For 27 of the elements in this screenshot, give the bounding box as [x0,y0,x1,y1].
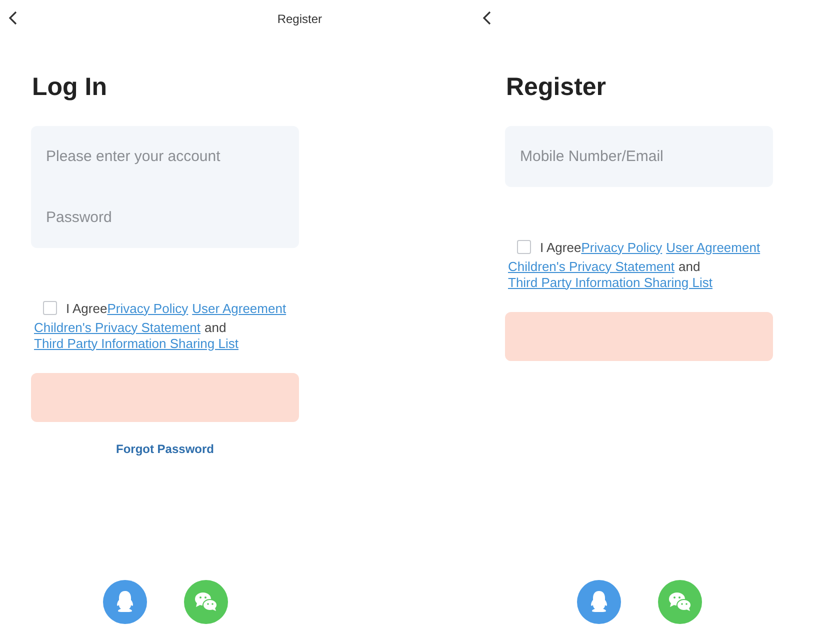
page-title: Register [506,72,608,102]
back-icon[interactable] [8,11,18,25]
chat-bubbles-icon[interactable] [658,580,702,624]
forgot-password-link[interactable]: Forgot Password [116,441,214,457]
checkbox[interactable] [43,301,57,315]
agreement-link[interactable]: Privacy Policy [107,300,188,316]
input-field[interactable]: Password [31,187,299,248]
agreement-text: I Agree [540,240,582,254]
agreement-text: and [678,258,700,274]
page-title: Log In [32,72,108,102]
agreement-link[interactable]: Third Party Information Sharing List [34,336,238,350]
checkbox[interactable] [517,240,531,254]
input-field[interactable]: Please enter your account [31,126,299,187]
agreement-link[interactable]: Third Party Information Sharing List [508,274,712,290]
penguin-icon[interactable] [576,580,620,624]
register-button[interactable]: Register [277,12,322,26]
agreement-text: I Agree [66,300,108,316]
penguin-icon[interactable] [102,580,146,624]
agreement-link[interactable]: Privacy Policy [581,240,662,254]
agreement-link[interactable]: User Agreement [192,300,286,316]
agreement-link[interactable]: Children's Privacy Statement [508,258,674,274]
agreement-link[interactable]: Children's Privacy Statement [34,320,200,334]
chat-bubbles-icon[interactable] [184,580,228,624]
agreement-text: and [204,320,226,334]
agreement-link[interactable]: User Agreement [666,240,760,254]
back-icon[interactable] [482,11,492,25]
input-field[interactable]: Mobile Number/Email [505,126,773,187]
